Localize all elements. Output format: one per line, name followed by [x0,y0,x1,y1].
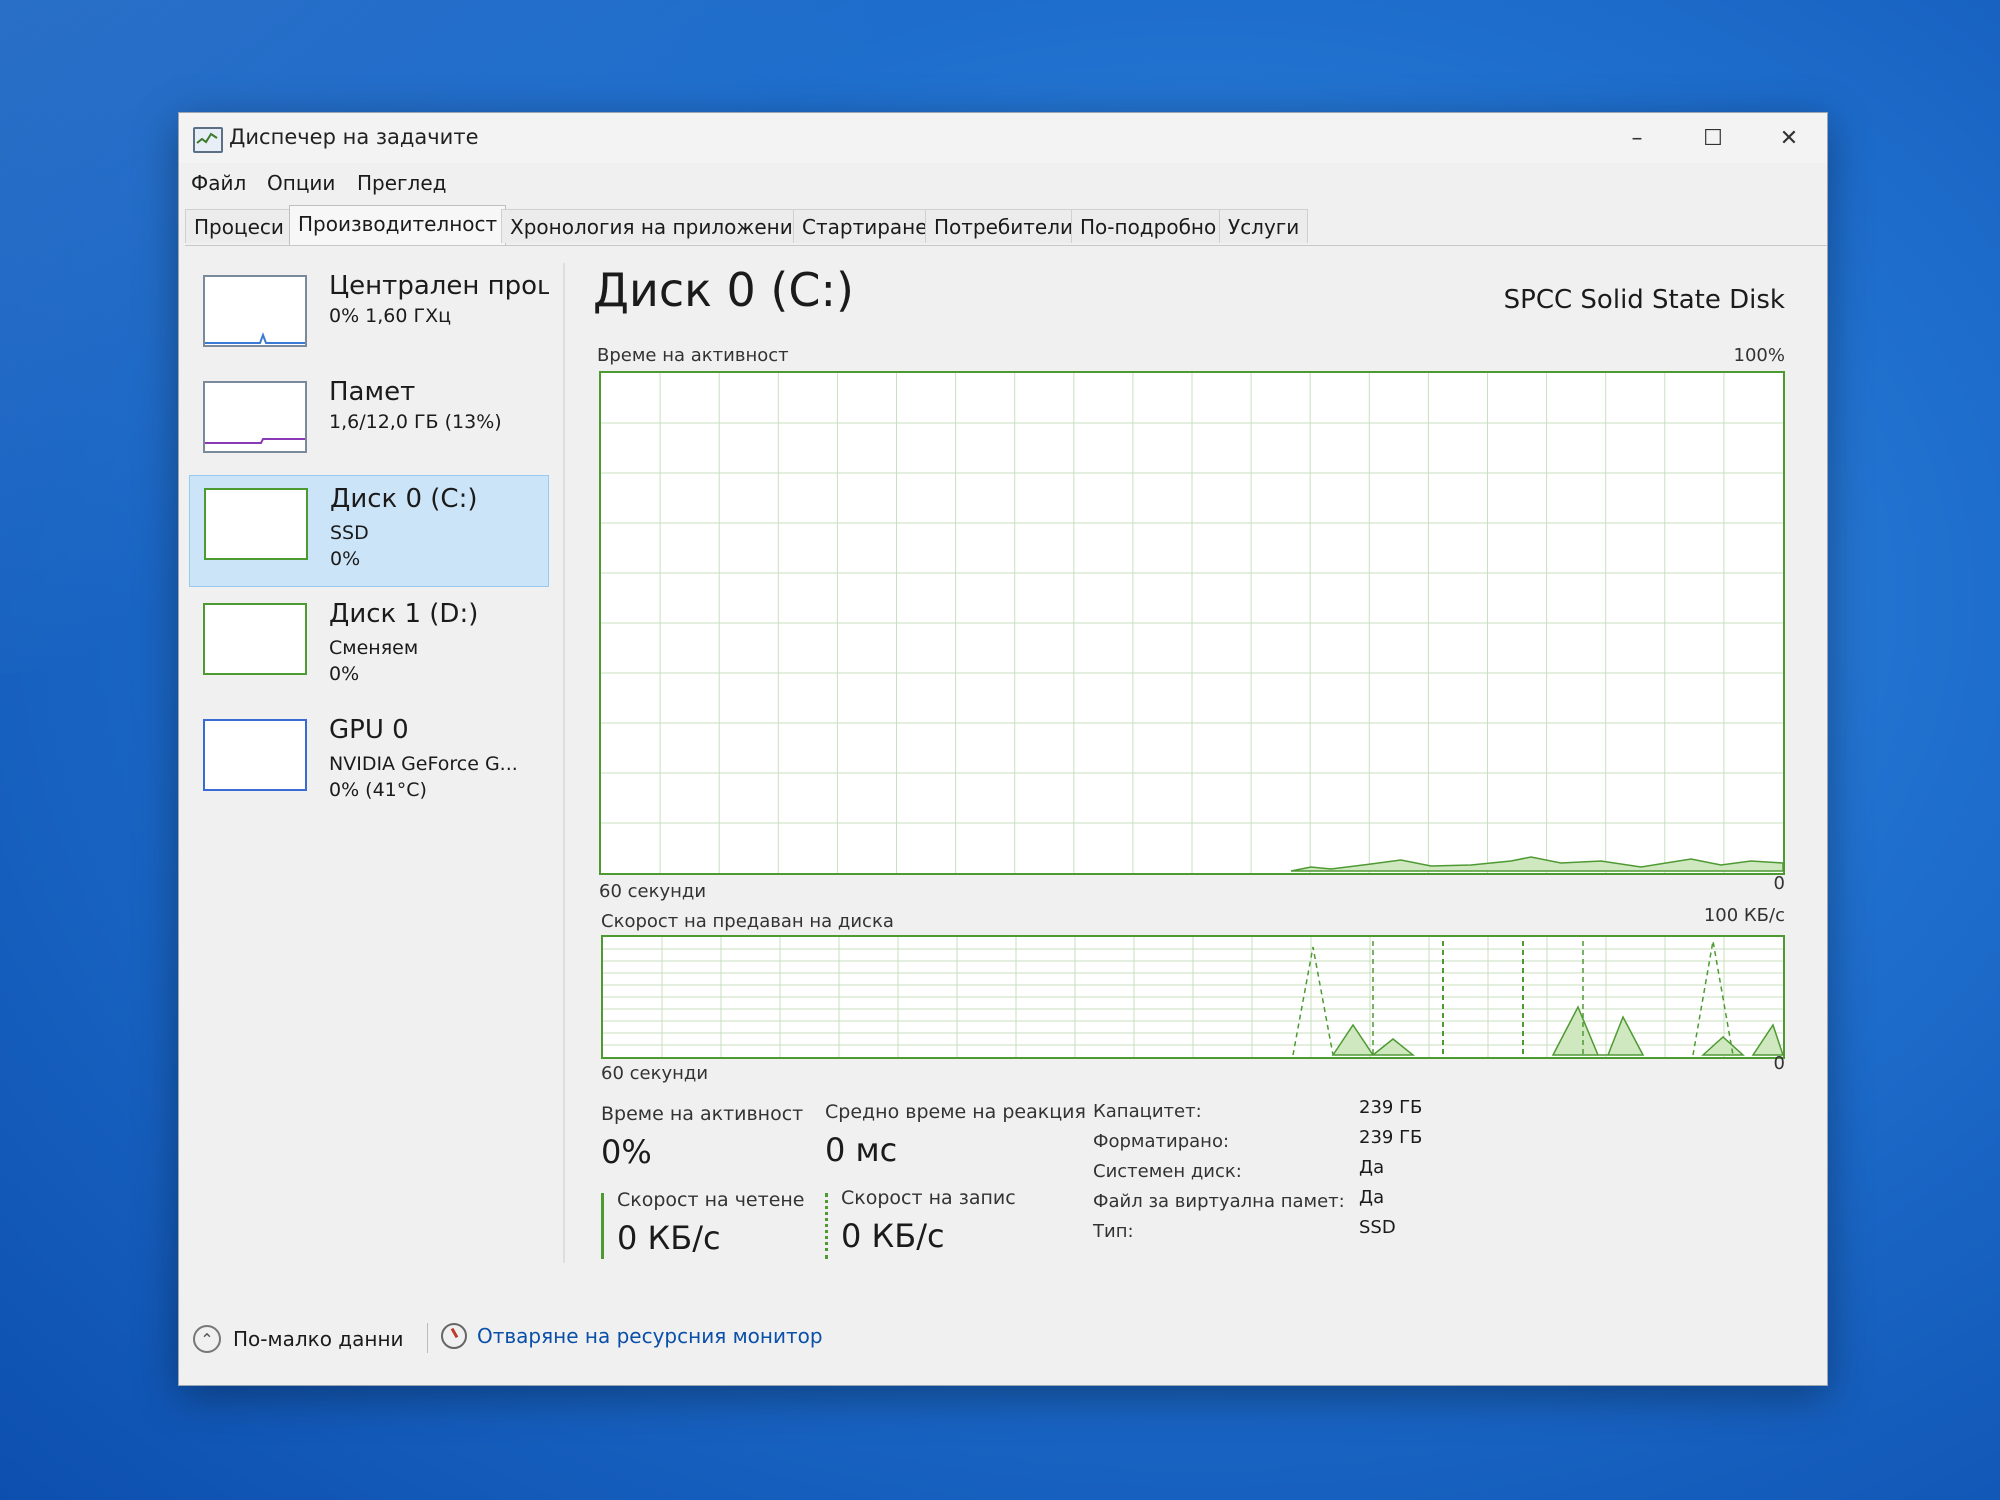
stat-avg-response-label: Средно време на реакция [825,1101,1086,1123]
task-manager-window: Диспечер на задачите – ☐ ✕ Файл Опции Пр… [178,112,1828,1386]
sidebar-item-cpu[interactable]: Централен проце 0% 1,60 ГХц [189,263,549,375]
activity-graph-max: 100% [1733,345,1785,366]
tab-performance[interactable]: Производителност [289,205,507,245]
info-page-file-value: Да [1359,1187,1385,1208]
tab-strip: Процеси Производителност Хронология на п… [185,205,1827,246]
disk-model: SPCC Solid State Disk [1503,285,1785,315]
tab-details[interactable]: По-подробно [1071,209,1226,243]
write-speed-marker [825,1193,828,1259]
stat-write-speed-label: Скорост на запис [841,1187,1016,1209]
disk1-thumbnail [203,603,307,675]
cpu-thumbnail [203,275,307,347]
activity-graph-label: Време на активност [597,345,789,366]
close-button[interactable]: ✕ [1751,113,1827,163]
open-resource-monitor-link[interactable]: Отваряне на ресурсния монитор [441,1323,823,1349]
transfer-time-label: 60 секунди [601,1063,709,1084]
info-type-value: SSD [1359,1217,1396,1238]
sidebar-item-disk0[interactable]: Диск 0 (C:) SSD 0% [189,475,549,587]
info-formatted-value: 239 ГБ [1359,1127,1423,1148]
activity-graph-min: 0 [1773,873,1785,894]
sidebar-item-label: Памет [329,377,416,407]
task-manager-icon [193,127,223,153]
sidebar-item-detail: 0% 1,60 ГХц [329,305,452,327]
title-bar[interactable]: Диспечер на задачите – ☐ ✕ [179,113,1827,163]
info-capacity-value: 239 ГБ [1359,1097,1423,1118]
footer-bar: ⌃ По-малко данни Отваряне на ресурсния м… [179,1295,1827,1385]
activity-time-label: 60 секунди [599,881,707,902]
sidebar-item-label: Централен проце [329,271,549,301]
stat-read-speed-label: Скорост на четене [617,1189,805,1211]
sidebar-item-detail: SSD [330,522,369,544]
sidebar-item-gpu0[interactable]: GPU 0 NVIDIA GeForce G... 0% (41°C) [189,707,549,819]
minimize-button[interactable]: – [1599,113,1675,163]
sidebar-item-usage: 0% (41°C) [329,779,427,801]
sidebar-divider[interactable] [563,263,565,1263]
sidebar-item-detail: Сменяем [329,637,419,659]
chevron-up-icon: ⌃ [193,1325,221,1353]
transfer-graph-max: 100 КБ/с [1703,905,1785,926]
activity-graph [599,371,1785,875]
fewer-details-button[interactable]: ⌃ По-малко данни [193,1325,404,1353]
menu-options[interactable]: Опции [267,171,335,195]
info-type-key: Тип: [1093,1221,1134,1242]
stat-avg-response-value: 0 мс [825,1131,898,1169]
resource-monitor-label: Отваряне на ресурсния монитор [477,1324,823,1348]
info-formatted-key: Форматирано: [1093,1131,1230,1152]
transfer-graph-min: 0 [1773,1053,1785,1074]
stat-active-time-value: 0% [601,1133,652,1171]
sidebar-item-memory[interactable]: Памет 1,6/12,0 ГБ (13%) [189,369,549,481]
window-title: Диспечер на задачите [229,125,479,149]
maximize-button[interactable]: ☐ [1675,113,1751,163]
info-page-file-key: Файл за виртуална памет: [1093,1191,1345,1212]
read-speed-marker [601,1193,604,1259]
performance-sidebar: Централен проце 0% 1,60 ГХц Памет 1,6/12… [189,263,561,1263]
disk0-thumbnail [204,488,308,560]
tab-app-history[interactable]: Хронология на приложение [501,209,815,243]
sidebar-item-label: Диск 0 (C:) [330,484,478,514]
info-capacity-key: Капацитет: [1093,1101,1202,1122]
tab-processes[interactable]: Процеси [185,209,293,243]
page-title: Диск 0 (C:) [593,263,854,317]
menu-file[interactable]: Файл [191,171,246,195]
sidebar-item-label: Диск 1 (D:) [329,599,479,629]
info-system-disk-key: Системен диск: [1093,1161,1242,1182]
menu-bar: Файл Опции Преглед [179,165,1827,199]
tab-startup[interactable]: Стартиране [793,209,937,243]
tab-users[interactable]: Потребители [925,209,1082,243]
gpu-thumbnail [203,719,307,791]
transfer-graph [601,935,1785,1059]
stat-active-time-label: Време на активност [601,1103,804,1125]
menu-view[interactable]: Преглед [357,171,446,195]
sidebar-item-usage: 0% [329,663,360,685]
sidebar-item-disk1[interactable]: Диск 1 (D:) Сменяем 0% [189,591,549,703]
info-system-disk-value: Да [1359,1157,1385,1178]
footer-divider [427,1323,428,1353]
resource-monitor-icon [441,1323,467,1349]
sidebar-item-detail: 1,6/12,0 ГБ (13%) [329,411,502,433]
sidebar-item-detail: NVIDIA GeForce G... [329,753,518,775]
sidebar-item-label: GPU 0 [329,715,409,745]
stat-write-speed-value: 0 КБ/с [841,1217,945,1255]
tab-services[interactable]: Услуги [1219,209,1309,243]
transfer-graph-label: Скорост на предаван на диска [601,911,894,932]
memory-thumbnail [203,381,307,453]
disk-detail-panel: Диск 0 (C:) SPCC Solid State Disk Време … [579,263,1807,1363]
stat-read-speed-value: 0 КБ/с [617,1219,721,1257]
fewer-details-label: По-малко данни [233,1327,404,1351]
sidebar-item-usage: 0% [330,548,361,570]
